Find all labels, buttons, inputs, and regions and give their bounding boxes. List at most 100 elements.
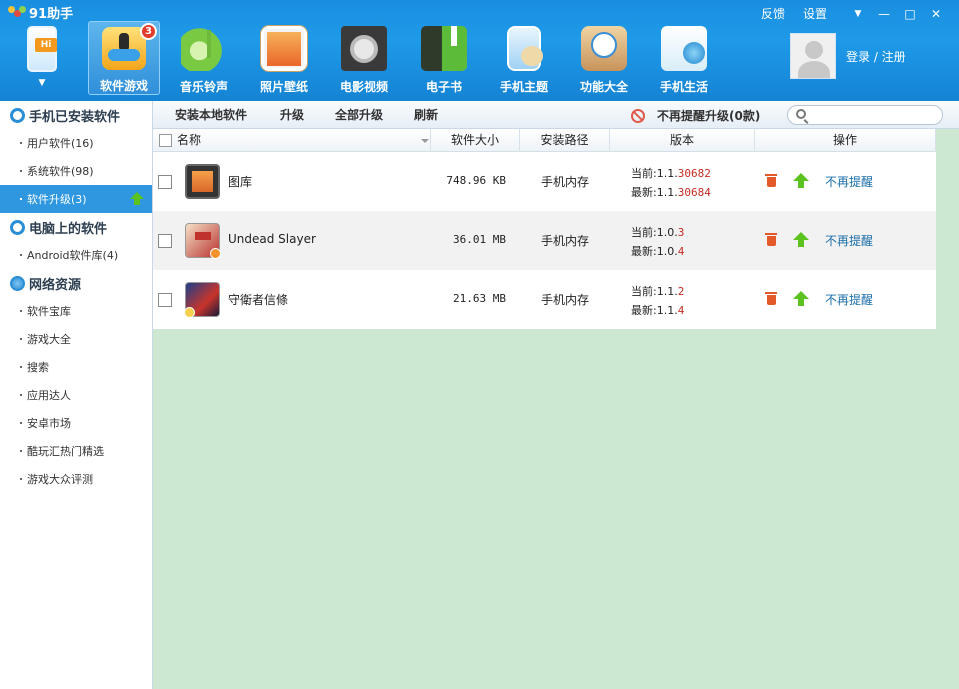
close-button[interactable]: ✕ bbox=[923, 7, 949, 21]
sidebar-item-search[interactable]: 搜索 bbox=[0, 353, 152, 381]
row-checkbox[interactable] bbox=[158, 293, 172, 307]
sidebar-item-label: 安卓市场 bbox=[27, 417, 71, 430]
search-input[interactable] bbox=[787, 105, 943, 125]
col-size[interactable]: 软件大小 bbox=[431, 128, 520, 152]
table-row[interactable]: 守衛者信條 21.63 MB 手机内存 当前:1.1.2 最新:1.1.4 不再… bbox=[153, 270, 936, 329]
settings-link[interactable]: 设置 bbox=[803, 5, 827, 22]
upgrade-all-button[interactable]: 全部升级 bbox=[319, 106, 398, 123]
nav-photos[interactable]: 照片壁纸 bbox=[244, 21, 324, 95]
col-path-label: 安装路径 bbox=[540, 132, 589, 147]
main-nav: Hi ▼ 3 软件游戏 音乐铃声 照片壁纸 电影视频 电子书 手机主题 功能大全… bbox=[10, 21, 724, 95]
sidebar-section-network[interactable]: 网络资源 bbox=[0, 269, 152, 297]
sidebar-item-label: 软件宝库 bbox=[27, 305, 71, 318]
search-icon bbox=[796, 109, 806, 119]
nav-label: 手机生活 bbox=[659, 80, 708, 94]
trash-icon[interactable] bbox=[765, 292, 777, 306]
sidebar-item-app-expert[interactable]: 应用达人 bbox=[0, 381, 152, 409]
install-local-button[interactable]: 安装本地软件 bbox=[153, 106, 262, 123]
version-current: 当前:1.1. bbox=[631, 285, 678, 298]
no-remind-link[interactable]: 不再提醒 bbox=[825, 232, 873, 249]
app-name: 91助手 bbox=[29, 7, 74, 22]
life-bag-icon bbox=[661, 26, 707, 71]
chevron-down-icon[interactable]: ▼ bbox=[39, 78, 46, 88]
select-all-cell bbox=[153, 129, 177, 152]
maximize-button[interactable]: □ bbox=[897, 7, 923, 21]
section-title: 电脑上的软件 bbox=[29, 221, 108, 237]
section-title: 网络资源 bbox=[29, 277, 82, 293]
sidebar: 手机已安装软件 用户软件(16) 系统软件(98) 软件升级(3) 电脑上的软件… bbox=[0, 101, 153, 689]
window-controls: 反馈 设置 ▼ — □ ✕ bbox=[761, 5, 949, 22]
sidebar-item-kuwanhui[interactable]: 酷玩汇热门精选 bbox=[0, 437, 152, 465]
sidebar-item-software-store[interactable]: 软件宝库 bbox=[0, 297, 152, 325]
select-all-checkbox[interactable] bbox=[159, 133, 172, 147]
nav-label: 照片壁纸 bbox=[259, 80, 308, 94]
trash-icon[interactable] bbox=[765, 233, 777, 247]
table-row[interactable]: Undead Slayer 36.01 MB 手机内存 当前:1.0.3 最新:… bbox=[153, 211, 936, 270]
sidebar-item-label: 搜索 bbox=[27, 361, 49, 374]
update-count-badge: 3 bbox=[140, 23, 157, 40]
sidebar-item-software-upgrade[interactable]: 软件升级(3) bbox=[0, 185, 152, 213]
sidebar-item-system-software[interactable]: 系统软件(98) bbox=[0, 157, 152, 185]
nav-label: 功能大全 bbox=[579, 80, 628, 94]
nav-features[interactable]: 功能大全 bbox=[564, 21, 644, 95]
main-content: 安装本地软件 升级 全部升级 刷新 不再提醒升级(0款) 名称 软件大小 安装路… bbox=[153, 101, 959, 689]
top-bar: 91助手 反馈 设置 ▼ — □ ✕ Hi ▼ 3 软件游戏 音乐铃声 照片壁纸… bbox=[0, 0, 959, 101]
app-name: 守衛者信條 bbox=[228, 293, 289, 307]
sidebar-item-label: 游戏大全 bbox=[27, 333, 71, 346]
version-latest: 最新:1.0. bbox=[631, 245, 678, 258]
login-register-link[interactable]: 登录 / 注册 bbox=[846, 48, 906, 65]
row-checkbox[interactable] bbox=[158, 175, 172, 189]
sidebar-item-android-library[interactable]: Android软件库(4) bbox=[0, 241, 152, 269]
film-reel-icon bbox=[341, 26, 387, 71]
upgrade-arrow-icon[interactable] bbox=[793, 232, 809, 247]
gallery-app-icon bbox=[185, 164, 220, 199]
avatar[interactable] bbox=[790, 33, 836, 79]
col-name[interactable]: 名称 bbox=[177, 128, 431, 152]
nav-ebooks[interactable]: 电子书 bbox=[404, 21, 484, 95]
table-row[interactable]: 图库 748.96 KB 手机内存 当前:1.1.30682 最新:1.1.30… bbox=[153, 152, 936, 211]
no-remind-label: 不再提醒升级(0款) bbox=[657, 109, 761, 123]
table-header: 名称 软件大小 安装路径 版本 操作 bbox=[153, 128, 936, 152]
sidebar-item-user-software[interactable]: 用户软件(16) bbox=[0, 129, 152, 157]
menu-dropdown-icon[interactable]: ▼ bbox=[845, 9, 871, 19]
app-version: 当前:1.0.3 最新:1.0.4 bbox=[631, 223, 684, 261]
sidebar-section-pc[interactable]: 电脑上的软件 bbox=[0, 213, 152, 241]
feedback-link[interactable]: 反馈 bbox=[761, 5, 785, 22]
no-remind-upgrade-button[interactable]: 不再提醒升级(0款) bbox=[631, 107, 760, 124]
sidebar-item-label: 游戏大众评测 bbox=[27, 473, 93, 486]
sort-arrow-icon bbox=[421, 139, 429, 143]
minimize-button[interactable]: — bbox=[871, 7, 897, 21]
nav-home[interactable]: Hi ▼ bbox=[10, 21, 74, 95]
refresh-button[interactable]: 刷新 bbox=[398, 106, 453, 123]
no-remind-link[interactable]: 不再提醒 bbox=[825, 291, 873, 308]
nav-video[interactable]: 电影视频 bbox=[324, 21, 404, 95]
app-version: 当前:1.1.30682 最新:1.1.30684 bbox=[631, 164, 711, 202]
sidebar-item-games[interactable]: 游戏大全 bbox=[0, 325, 152, 353]
row-checkbox[interactable] bbox=[158, 234, 172, 248]
app-version: 当前:1.1.2 最新:1.1.4 bbox=[631, 282, 684, 320]
upgrade-arrow-icon[interactable] bbox=[793, 291, 809, 306]
upgrade-arrow-icon[interactable] bbox=[793, 173, 809, 188]
nav-music[interactable]: 音乐铃声 bbox=[164, 21, 244, 95]
col-path[interactable]: 安装路径 bbox=[520, 128, 610, 152]
no-remind-link[interactable]: 不再提醒 bbox=[825, 173, 873, 190]
nav-themes[interactable]: 手机主题 bbox=[484, 21, 564, 95]
sidebar-item-android-market[interactable]: 安卓市场 bbox=[0, 409, 152, 437]
sidebar-item-game-reviews[interactable]: 游戏大众评测 bbox=[0, 465, 152, 493]
col-version[interactable]: 版本 bbox=[610, 128, 755, 152]
section-title: 手机已安装软件 bbox=[29, 109, 121, 125]
nav-label: 电影视频 bbox=[339, 80, 388, 94]
ebook-icon bbox=[421, 26, 467, 71]
version-latest: 最新:1.1. bbox=[631, 186, 678, 199]
nav-life[interactable]: 手机生活 bbox=[644, 21, 724, 95]
sidebar-section-installed[interactable]: 手机已安装软件 bbox=[0, 101, 152, 129]
app-path: 手机内存 bbox=[541, 234, 590, 248]
app-path: 手机内存 bbox=[541, 175, 590, 189]
col-size-label: 软件大小 bbox=[450, 132, 499, 147]
sidebar-item-label: 用户软件(16) bbox=[27, 137, 94, 150]
trash-icon[interactable] bbox=[765, 174, 777, 188]
sidebar-item-label: 应用达人 bbox=[27, 389, 71, 402]
nav-software-games[interactable]: 3 软件游戏 bbox=[88, 21, 160, 95]
guardian-creed-app-icon bbox=[184, 282, 220, 318]
upgrade-button[interactable]: 升级 bbox=[262, 106, 319, 123]
